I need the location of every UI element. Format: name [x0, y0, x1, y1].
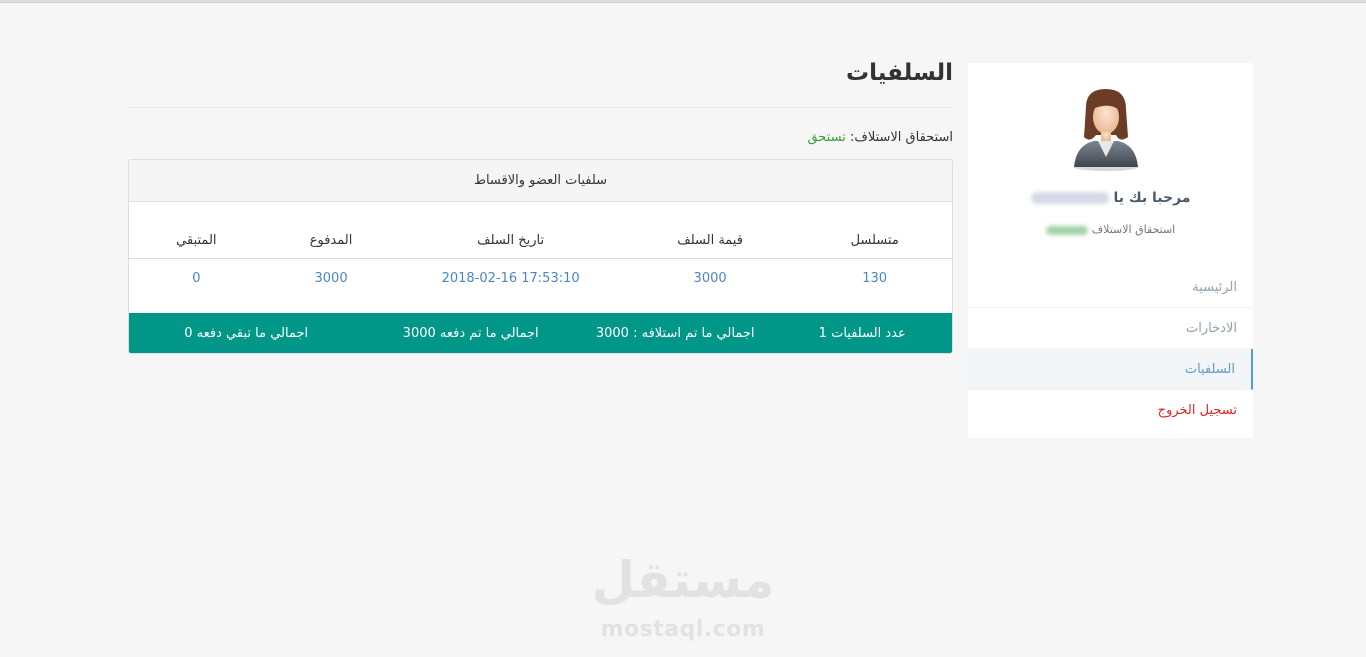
- eligibility-value: تستحق: [807, 130, 846, 145]
- watermark-logo-latin: mostaql.com: [600, 617, 766, 642]
- page-title: السلفيات: [845, 60, 953, 86]
- column-header-serial: متسلسل: [797, 202, 952, 259]
- summary-total-borrowed: اجمالي ما تم استلافه : 3000: [595, 325, 755, 341]
- welcome-message: مرحبا بك يا: [968, 190, 1253, 206]
- sidebar-item-loans[interactable]: السلفيات: [968, 349, 1253, 390]
- title-divider: [128, 107, 953, 108]
- summary-total-remaining: اجمالي ما تبقي دفعه 0: [184, 325, 309, 341]
- column-header-paid: المدفوع: [263, 202, 399, 259]
- sidebar-item-logout[interactable]: تسجيل الخروج: [968, 390, 1253, 431]
- eligibility-label: استحقاق الاستلاف:: [849, 130, 953, 145]
- summary-footer: عدد السلفيات 1 اجمالي ما تم استلافه : 30…: [129, 313, 952, 353]
- sidebar-nav: الرئيسية الادخارات السلفيات تسجيل الخروج: [968, 267, 1253, 431]
- cell-serial[interactable]: 130: [797, 258, 952, 298]
- cell-loan-date[interactable]: 2018-02-16 17:53:10: [398, 258, 622, 298]
- column-header-remaining: المتبقي: [129, 202, 264, 259]
- cell-remaining[interactable]: 0: [129, 258, 264, 298]
- sidebar-item-home[interactable]: الرئيسية: [968, 267, 1253, 308]
- summary-total-paid: اجمالي ما تم دفعه 3000: [402, 325, 539, 341]
- loans-table: متسلسل قيمة السلف تاريخ السلف المدفوع ال…: [129, 202, 952, 298]
- blurred-eligibility-value: [1045, 225, 1088, 235]
- cell-paid[interactable]: 3000: [264, 258, 399, 298]
- table-row: 130 3000 2018-02-16 17:53:10 3000 0: [129, 258, 952, 298]
- column-header-loan-value: قيمة السلف: [622, 202, 798, 259]
- panel-heading: سلفيات العضو والاقساط: [129, 160, 952, 202]
- cell-loan-value[interactable]: 3000: [623, 258, 798, 298]
- table-header-row: متسلسل قيمة السلف تاريخ السلف المدفوع ال…: [129, 202, 952, 259]
- sidebar-item-savings[interactable]: الادخارات: [968, 308, 1253, 349]
- profile-sidebar: مرحبا بك يا استحقاق الاستلاف الرئيسية ال…: [968, 63, 1253, 438]
- summary-loan-count: عدد السلفيات 1: [818, 325, 906, 341]
- blurred-user-name: [1030, 192, 1109, 204]
- browser-top-border: [0, 0, 1366, 3]
- loan-eligibility: استحقاق الاستلاف: تستحق: [128, 130, 953, 145]
- sidebar-eligibility: استحقاق الاستلاف: [968, 223, 1253, 236]
- loans-panel: سلفيات العضو والاقساط متسلسل قيمة السلف …: [128, 159, 953, 354]
- watermark-logo-arabic: مستقل: [591, 551, 775, 609]
- user-avatar-icon: [1074, 89, 1138, 171]
- column-header-loan-date: تاريخ السلف: [398, 202, 623, 259]
